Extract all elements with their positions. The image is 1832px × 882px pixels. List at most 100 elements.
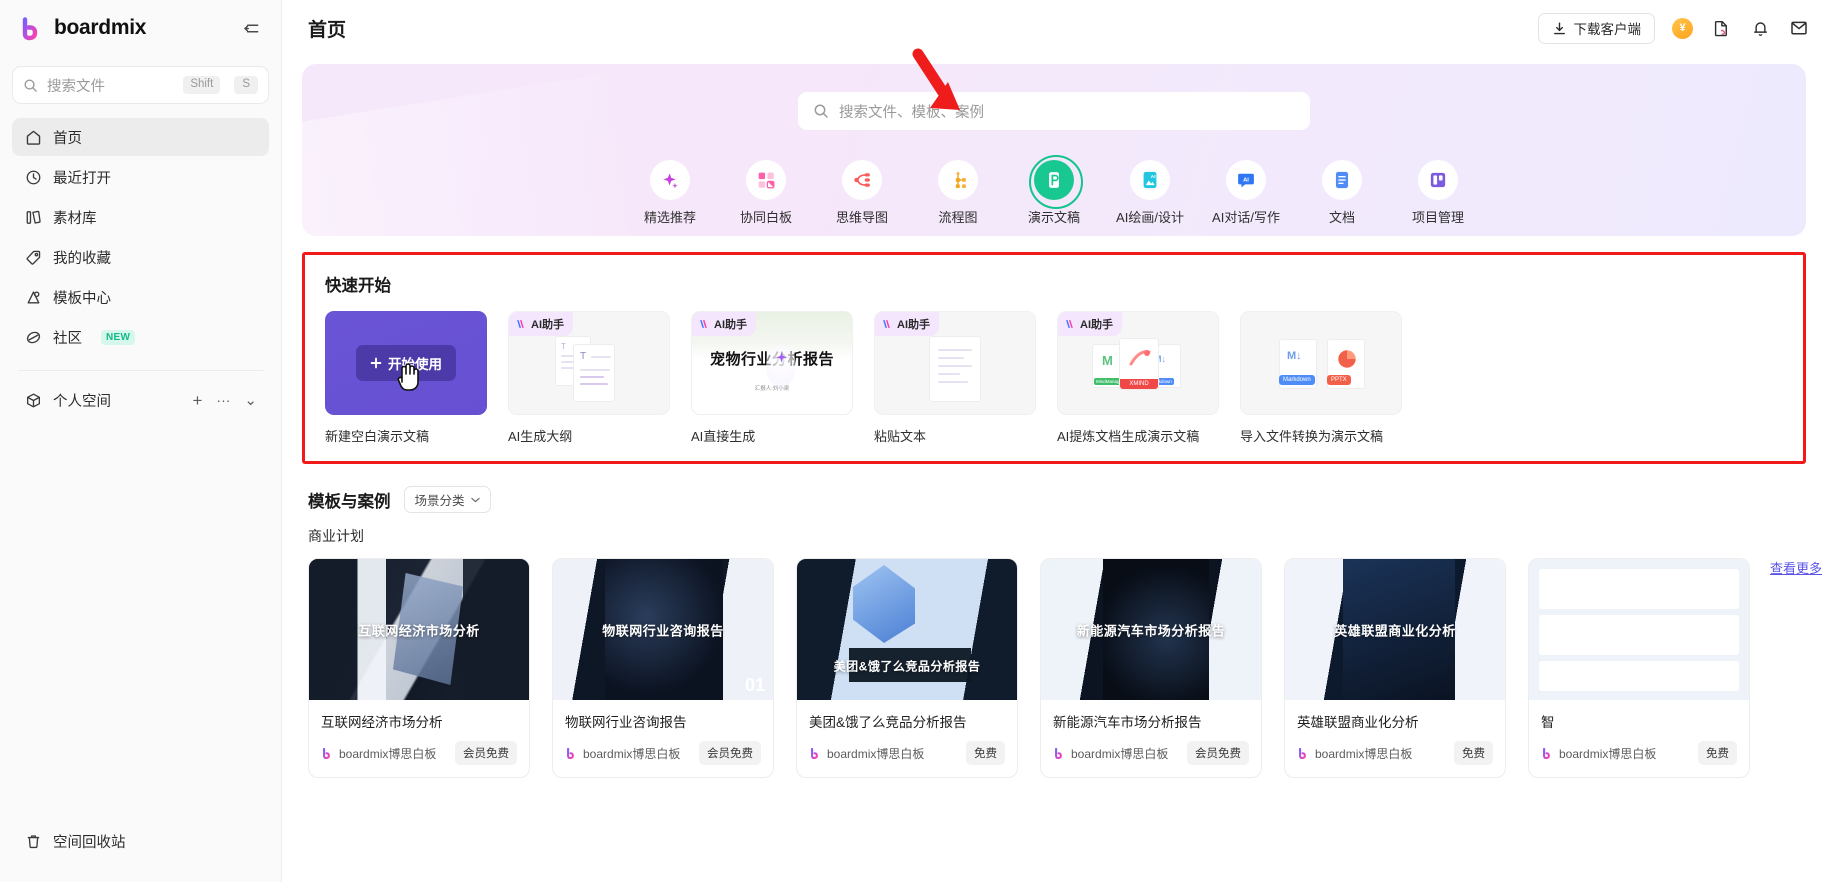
sparkle-icon <box>774 350 789 365</box>
card-thumbnail: AI助手 <box>874 311 1036 415</box>
sidebar-item-home[interactable]: 首页 <box>12 118 269 156</box>
template-overlay-title: 美团&饿了么竞品分析报告 <box>834 657 981 674</box>
space-more-icon[interactable]: ··· <box>216 393 230 407</box>
card-caption: 导入文件转换为演示文稿 <box>1240 426 1402 445</box>
collapse-sidebar-icon[interactable] <box>239 16 263 40</box>
category-ai-chat[interactable]: AI AI对话/写作 <box>1198 160 1294 226</box>
templates-header: 模板与案例 场景分类 <box>308 486 1832 513</box>
global-search-input[interactable]: 搜索文件、模板、案例 <box>798 92 1310 130</box>
sidebar: boardmix 搜索文件 Shift S <box>0 0 282 882</box>
template-name: 英雄联盟商业化分析 <box>1297 711 1493 731</box>
hand-cursor <box>394 360 420 392</box>
quick-start-card-import-file[interactable]: M↓ Markdown PPTX <box>1240 311 1402 445</box>
library-icon <box>24 208 42 226</box>
quick-start-highlight-box: 快速开始 开始使用 新建空白演示文稿 <box>302 252 1806 464</box>
template-name: 物联网行业咨询报告 <box>565 711 761 731</box>
svg-text:AI: AI <box>1151 174 1157 180</box>
community-icon <box>24 328 42 346</box>
file-pptx: PPTX <box>1327 339 1365 389</box>
sidebar-item-favorites[interactable]: 我的收藏 <box>12 238 269 276</box>
boardmix-logo-icon <box>20 16 45 41</box>
template-card[interactable]: 美团&饿了么竞品分析报告 美团&饿了么竞品分析报告 boardmix博思白板 免… <box>796 558 1018 778</box>
ai-sparkle-icon <box>699 319 710 329</box>
category-featured[interactable]: 精选推荐 <box>622 160 718 226</box>
template-card-partial[interactable]: 智 boardmix博思白板 免费 <box>1528 558 1750 778</box>
template-overlay-title: 互联网经济市场分析 <box>358 620 480 639</box>
sidebar-item-recent[interactable]: 最近打开 <box>12 158 269 196</box>
quick-start-title: 快速开始 <box>325 272 1803 296</box>
filter-label: 场景分类 <box>415 490 465 509</box>
sidebar-item-trash[interactable]: 空间回收站 <box>12 822 269 860</box>
sidebar-item-label: 最近打开 <box>53 167 111 188</box>
category-ai-image[interactable]: AI AI绘画/设计 <box>1102 160 1198 226</box>
template-meta: boardmix博思白板 会员免费 <box>321 741 517 765</box>
sidebar-item-label: 空间回收站 <box>53 831 126 852</box>
template-meta: boardmix博思白板 免费 <box>1297 741 1493 765</box>
scene-category-filter[interactable]: 场景分类 <box>404 486 491 513</box>
template-card-list: 互联网经济市场分析 互联网经济市场分析 boardmix博思白板 会员免费 <box>308 558 1832 778</box>
template-card-body: 智 boardmix博思白板 免费 <box>1529 700 1749 777</box>
search-input[interactable]: 搜索文件 Shift S <box>12 66 269 104</box>
template-card[interactable]: 互联网经济市场分析 互联网经济市场分析 boardmix博思白板 会员免费 <box>308 558 530 778</box>
pie-chart-icon <box>1336 348 1358 370</box>
chevron-down-icon[interactable]: ⌄ <box>244 393 257 408</box>
file-format-label: PPTX <box>1327 375 1351 385</box>
bell-icon[interactable] <box>1749 17 1771 39</box>
download-client-button[interactable]: 下载客户端 <box>1538 13 1656 44</box>
sidebar-header: boardmix <box>0 0 281 56</box>
category-mindmap[interactable]: 思维导图 <box>814 160 910 226</box>
category-label: 思维导图 <box>836 207 888 226</box>
template-card[interactable]: 英雄联盟商业化分析 英雄联盟商业化分析 boardmix博思白板 免费 <box>1284 558 1506 778</box>
search-icon <box>23 78 38 93</box>
doc-front-shape: T <box>573 344 615 402</box>
brand[interactable]: boardmix <box>20 16 146 41</box>
category-project[interactable]: 项目管理 <box>1390 160 1486 226</box>
card-caption: AI提炼文档生成演示文稿 <box>1057 426 1219 445</box>
page-title: 首页 <box>308 15 346 42</box>
sidebar-item-library[interactable]: 素材库 <box>12 198 269 236</box>
sidebar-item-community[interactable]: 社区 NEW <box>12 318 269 356</box>
sidebar-divider <box>18 370 263 371</box>
template-card-body: 互联网经济市场分析 boardmix博思白板 会员免费 <box>309 700 529 777</box>
category-document[interactable]: 文档 <box>1294 160 1390 226</box>
hero-banner: 搜索文件、模板、案例 精选推荐 <box>302 64 1806 236</box>
tag-icon <box>24 248 42 266</box>
category-flowchart[interactable]: 流程图 <box>910 160 1006 226</box>
boardmix-logo-icon <box>1541 747 1553 760</box>
template-card[interactable]: 物联网行业咨询报告 01 物联网行业咨询报告 boardmix博思白板 会员免费 <box>552 558 774 778</box>
link-doc-icon[interactable] <box>1710 17 1732 39</box>
view-more-link[interactable]: 查看更多 <box>1770 558 1822 577</box>
quick-start-card-ai-outline[interactable]: AI助手 T T <box>508 311 670 445</box>
sidebar-item-templates[interactable]: 模板中心 <box>12 278 269 316</box>
card-caption: AI直接生成 <box>691 426 853 445</box>
card-thumbnail: AI助手 M MindManager M↓ Markdown <box>1057 311 1219 415</box>
inbox-icon[interactable] <box>1788 17 1810 39</box>
template-overlay-band: 互联网经济市场分析 <box>309 559 529 700</box>
sidebar-item-label: 素材库 <box>53 207 97 228</box>
add-space-icon[interactable]: + <box>192 392 202 409</box>
template-meta: boardmix博思白板 免费 <box>809 741 1005 765</box>
ai-badge-label: AI助手 <box>897 316 930 332</box>
sidebar-footer: 空间回收站 <box>0 822 281 882</box>
category-label: 流程图 <box>938 207 977 226</box>
category-slides[interactable]: 演示文稿 <box>1006 160 1102 226</box>
search-placeholder: 搜索文件 <box>47 75 174 96</box>
template-author: boardmix博思白板 <box>339 745 436 762</box>
boardmix-logo-icon <box>565 747 577 760</box>
quick-start-card-ai-refine[interactable]: AI助手 M MindManager M↓ Markdown <box>1057 311 1219 445</box>
category-whiteboard[interactable]: 协同白板 <box>718 160 814 226</box>
quick-start-card-paste-text[interactable]: AI助手 粘贴文本 <box>874 311 1036 445</box>
card-thumbnail: AI助手 T T <box>508 311 670 415</box>
quick-start-card-ai-direct[interactable]: AI助手 宠物行业分析报告 汇报人:刘小泉 AI直接生成 <box>691 311 853 445</box>
coin-icon[interactable]: ¥ <box>1672 18 1693 39</box>
sidebar-item-personal-space[interactable]: 个人空间 + ··· ⌄ <box>12 381 269 419</box>
global-search-placeholder: 搜索文件、模板、案例 <box>839 101 984 122</box>
scroll-area: 搜索文件、模板、案例 精选推荐 <box>282 56 1832 882</box>
template-card-body: 物联网行业咨询报告 boardmix博思白板 会员免费 <box>553 700 773 777</box>
sidebar-item-label: 个人空间 <box>53 390 111 411</box>
download-label: 下载客户端 <box>1574 18 1642 38</box>
template-author: boardmix博思白板 <box>827 745 924 762</box>
svg-text:AI: AI <box>1243 177 1249 183</box>
template-card[interactable]: 新能源汽车市场分析报告 新能源汽车市场分析报告 boardmix博思白板 会员免… <box>1040 558 1262 778</box>
file-markdown: M↓ Markdown <box>1279 339 1317 389</box>
